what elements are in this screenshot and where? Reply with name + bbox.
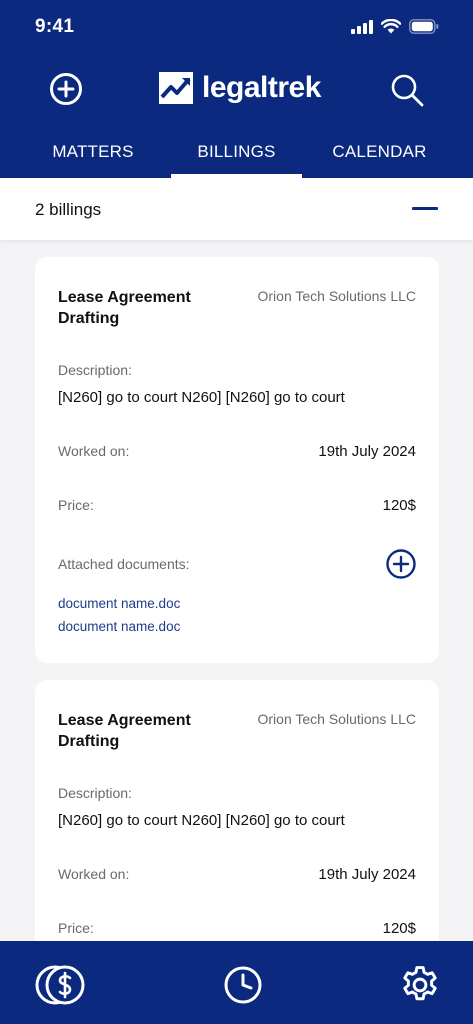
billing-client: Orion Tech Solutions LLC	[257, 711, 417, 727]
billing-count: 2 billings	[35, 200, 102, 219]
nav-settings[interactable]	[398, 963, 442, 1007]
bottom-navigation	[0, 941, 473, 1024]
logo-text: legaltrek	[202, 71, 321, 104]
worked-on-value: 19th July 2024	[318, 866, 416, 883]
price-label: Price:	[58, 920, 94, 936]
billing-title: Lease Agreement Drafting	[58, 712, 191, 750]
cellular-signal-icon	[351, 19, 373, 34]
gear-icon	[403, 966, 437, 1001]
trend-chart-logo-icon	[159, 72, 193, 104]
price-value: 120$	[382, 920, 416, 937]
price-label: Price:	[58, 497, 94, 513]
billing-client: Orion Tech Solutions LLC	[257, 288, 417, 304]
add-button[interactable]	[49, 72, 83, 106]
collapse-button[interactable]	[408, 196, 442, 222]
status-bar: 9:41	[0, 0, 473, 54]
top-bar: legaltrek	[0, 66, 473, 116]
search-button[interactable]	[389, 72, 425, 108]
app-header: 9:41 legaltrek MATTERS BILLINGS CALENDAR	[0, 0, 473, 178]
tab-calendar[interactable]: CALENDAR	[322, 130, 437, 178]
nav-time[interactable]	[221, 963, 265, 1007]
wifi-icon	[381, 19, 401, 34]
tab-label: CALENDAR	[332, 142, 427, 161]
add-document-button[interactable]	[385, 548, 417, 580]
worked-on-value: 19th July 2024	[318, 443, 416, 460]
tab-billings[interactable]: BILLINGS	[171, 130, 302, 178]
nav-billings[interactable]	[35, 963, 87, 1007]
tab-matters[interactable]: MATTERS	[40, 130, 146, 178]
tab-bar: MATTERS BILLINGS CALENDAR	[0, 130, 473, 178]
billing-card[interactable]: Lease Agreement Drafting Orion Tech Solu…	[35, 257, 439, 663]
app-logo: legaltrek	[157, 70, 321, 106]
document-link[interactable]: document name.doc	[58, 619, 180, 634]
search-icon	[391, 74, 424, 107]
description-value: [N260] go to court N260] [N260] go to co…	[58, 812, 345, 829]
tab-label: MATTERS	[52, 142, 134, 161]
worked-on-label: Worked on:	[58, 443, 130, 459]
status-icons	[351, 19, 439, 34]
description-label: Description:	[58, 785, 132, 801]
attached-documents-label: Attached documents:	[58, 556, 190, 572]
plus-circle-icon	[386, 549, 416, 579]
description-label: Description:	[58, 362, 132, 378]
battery-icon	[409, 19, 439, 34]
billing-coins-icon	[35, 965, 85, 1005]
tab-label: BILLINGS	[197, 142, 276, 161]
billing-title: Lease Agreement Drafting	[58, 289, 191, 327]
document-link[interactable]: document name.doc	[58, 596, 180, 611]
price-value: 120$	[382, 497, 416, 514]
billing-card[interactable]: Lease Agreement Drafting Orion Tech Solu…	[35, 680, 439, 941]
billing-summary-bar: 2 billings	[0, 178, 473, 240]
billing-list[interactable]: Lease Agreement Drafting Orion Tech Solu…	[0, 240, 473, 941]
plus-circle-icon	[50, 73, 82, 105]
status-time: 9:41	[35, 16, 75, 37]
description-value: [N260] go to court N260] [N260] go to co…	[58, 389, 345, 406]
worked-on-label: Worked on:	[58, 866, 130, 882]
clock-icon	[224, 966, 262, 1004]
